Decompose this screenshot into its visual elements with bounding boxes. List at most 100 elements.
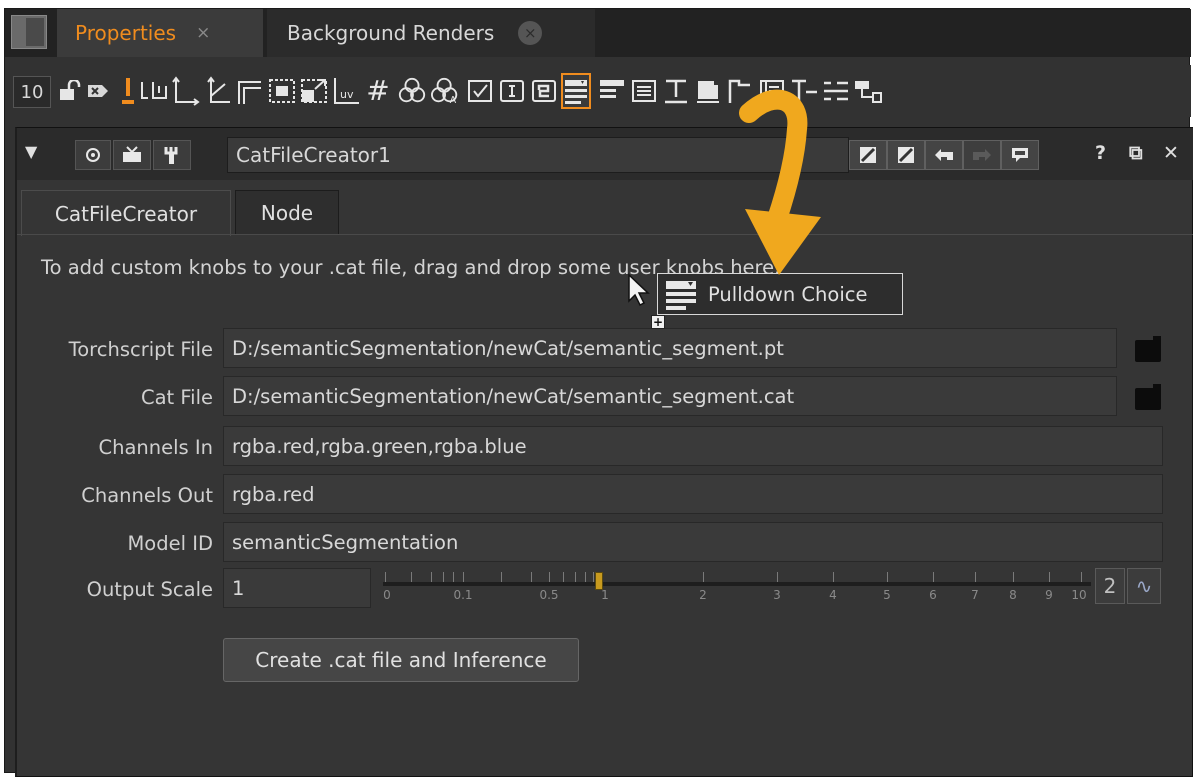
pane-menu-icon[interactable] (11, 15, 47, 49)
node-color-button[interactable] (75, 140, 111, 170)
slider-tick-label: 6 (929, 588, 937, 602)
tab-catfilecreator[interactable]: CatFileCreator (21, 190, 231, 236)
slider-track (383, 582, 1091, 586)
model-id-label: Model ID (127, 532, 213, 555)
slider-tick-label: 2 (699, 588, 707, 602)
python-icon[interactable] (529, 73, 559, 109)
slider-tick (703, 572, 704, 582)
svg-text:uv: uv (340, 88, 354, 101)
model-id-field[interactable]: semanticSegmentation (223, 522, 1163, 562)
slider-tick-label: 0 (383, 588, 391, 602)
create-cat-file-button[interactable]: Create .cat file and Inference (223, 638, 579, 682)
int-knob-icon[interactable] (139, 73, 169, 109)
views-button[interactable]: 2 (1095, 568, 1125, 604)
help-icon[interactable]: ? (1095, 142, 1106, 164)
drop-plus-icon: + (651, 315, 665, 329)
pulldown-icon[interactable] (561, 73, 591, 109)
xyz-knob-icon[interactable] (203, 73, 233, 109)
slider-tick (1081, 572, 1082, 582)
multiline-text-icon[interactable] (629, 73, 659, 109)
slider-tick (463, 572, 464, 582)
folder-icon[interactable] (1135, 336, 1161, 362)
channels-in-label: Channels In (98, 436, 213, 459)
slider-tick (777, 572, 778, 582)
viewer-icon[interactable] (113, 140, 151, 170)
close-icon[interactable]: × (196, 23, 210, 43)
tab-background-renders-label: Background Renders (287, 21, 495, 45)
uv-knob-icon[interactable]: uv (331, 73, 361, 109)
collapse-arrow-icon[interactable]: ▼ (25, 142, 37, 161)
tutorial-arrow-icon (735, 89, 845, 294)
max-panels-field[interactable]: 10 (13, 76, 51, 108)
pane-tab-strip: Properties × Background Renders × (5, 9, 1191, 57)
slider-tick-label: 8 (1009, 588, 1017, 602)
output-scale-field[interactable]: 1 (223, 568, 371, 608)
text-input-icon[interactable] (497, 73, 527, 109)
svg-text:A: A (450, 95, 457, 106)
group-icon[interactable] (853, 73, 883, 109)
float-panel-icon[interactable] (1001, 140, 1039, 170)
wh-knob-icon[interactable] (235, 73, 265, 109)
cascade-icon[interactable] (597, 73, 627, 109)
slider-tick-label: 10 (1071, 588, 1087, 602)
redo-icon[interactable] (963, 140, 1001, 170)
slider-tick (975, 572, 976, 582)
wrench-icon[interactable] (153, 140, 191, 170)
slider-tick (411, 572, 412, 582)
tab-divider (17, 234, 1193, 235)
slider-tick-label: 7 (971, 588, 979, 602)
slider-tick-label: 0.5 (539, 588, 559, 602)
slider-tick (549, 572, 550, 582)
rgb-icon[interactable] (397, 73, 427, 109)
pulldown-icon (664, 277, 698, 311)
float-icon[interactable]: ⧉ (1129, 142, 1143, 164)
clear-icon[interactable] (83, 73, 113, 109)
slider-tick (585, 572, 586, 582)
cat-file-label: Cat File (140, 386, 213, 409)
close-icon[interactable]: × (518, 21, 543, 45)
revert-icon[interactable] (849, 140, 887, 170)
tab-background-renders[interactable]: Background Renders × (267, 9, 595, 57)
slider-tick (453, 572, 454, 582)
slider-tick (431, 572, 432, 582)
file-icon[interactable] (693, 73, 723, 109)
lock-icon[interactable] (55, 73, 85, 109)
nuke-window: Properties × Background Renders × 10 uv … (4, 8, 1193, 777)
panel-header: ▼ CatFileCreator1 ? ⧉ ✕ (17, 128, 1193, 180)
xy-knob-icon[interactable] (171, 73, 201, 109)
slider-tick-label: 0.1 (453, 588, 473, 602)
slider-tick-label: 9 (1045, 588, 1053, 602)
slider-tick-label: 3 (773, 588, 781, 602)
output-scale-slider[interactable]: 0 0.1 0.5 1 2 3 4 5 6 7 8 9 10 (381, 566, 1093, 608)
slider-tick (1049, 572, 1050, 582)
channels-out-field[interactable]: rgba.red (223, 474, 1163, 514)
channels-in-field[interactable]: rgba.red,rgba.green,rgba.blue (223, 426, 1163, 466)
properties-toolbar: 10 uv # A (5, 65, 1191, 117)
channels-out-label: Channels Out (81, 484, 213, 507)
slider-tick (531, 572, 532, 582)
bbox-knob-icon[interactable] (267, 73, 297, 109)
slider-tick (887, 572, 888, 582)
checkbox-icon[interactable] (465, 73, 495, 109)
hash-icon[interactable]: # (363, 73, 393, 109)
slider-handle[interactable] (595, 572, 603, 590)
torchscript-file-label: Torchscript File (68, 338, 213, 361)
properties-panel: ▼ CatFileCreator 1 ? ⧉ ✕ CatFileCreator N… (15, 127, 1193, 777)
cat-file-field[interactable]: D:/semanticSegmentation/newCat/semantic_… (223, 376, 1117, 416)
slider-tick (593, 572, 594, 582)
defaults-icon[interactable] (887, 140, 925, 170)
mouse-cursor-icon (627, 273, 651, 312)
slider-tick (1013, 572, 1014, 582)
text-icon[interactable] (661, 73, 691, 109)
tab-properties[interactable]: Properties × (57, 9, 263, 57)
slider-tick (501, 572, 502, 582)
size-knob-icon[interactable] (299, 73, 329, 109)
animation-curve-icon[interactable]: ∿ (1127, 568, 1161, 604)
undo-icon[interactable] (925, 140, 963, 170)
torchscript-file-field[interactable]: D:/semanticSegmentation/newCat/semantic_… (223, 328, 1117, 368)
folder-icon[interactable] (1135, 384, 1161, 410)
close-panel-icon[interactable]: ✕ (1163, 142, 1179, 164)
slider-tick (833, 572, 834, 582)
rgba-icon[interactable]: A (431, 73, 461, 109)
tab-node[interactable]: Node (235, 190, 339, 234)
